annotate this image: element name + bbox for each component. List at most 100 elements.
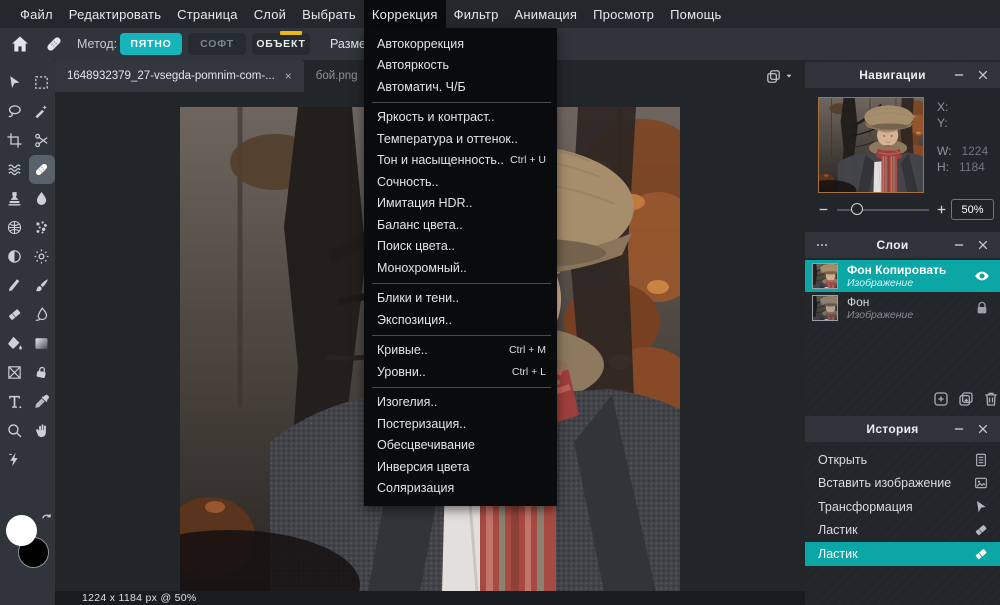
menu-item-Уровни[interactable]: Уровни..Ctrl + L bbox=[364, 361, 557, 383]
menu-item-Изогелия[interactable]: Изогелия.. bbox=[364, 392, 557, 414]
zoom-slider[interactable] bbox=[837, 209, 929, 211]
menu-item-Постеризация[interactable]: Постеризация.. bbox=[364, 413, 557, 435]
smudge-tool[interactable] bbox=[29, 300, 55, 329]
zoom-out-icon[interactable] bbox=[817, 203, 830, 216]
document-tab-2[interactable]: бой.png bbox=[304, 60, 370, 92]
menu-item-Файл[interactable]: Файл bbox=[12, 0, 61, 28]
gradient-tool[interactable] bbox=[29, 329, 55, 358]
drop-blur-tool[interactable] bbox=[29, 184, 55, 213]
fill-tool[interactable] bbox=[2, 329, 28, 358]
window-layout-button[interactable] bbox=[765, 67, 795, 85]
delete-layer-icon[interactable] bbox=[982, 390, 1000, 408]
shape-lock-tool[interactable] bbox=[29, 358, 55, 387]
menu-item-Просмотр[interactable]: Просмотр bbox=[585, 0, 662, 28]
mode-button-СОФТ[interactable]: СОФТ bbox=[188, 33, 246, 55]
minimize-icon[interactable] bbox=[952, 68, 966, 82]
zoom-in-icon[interactable] bbox=[935, 203, 948, 216]
menu-item-Соляризация[interactable]: Соляризация bbox=[364, 478, 557, 500]
history-step-5[interactable]: Ластик bbox=[805, 542, 1000, 566]
mode-button-ОБЪЕКТ[interactable]: ОБЪЕКТ bbox=[252, 33, 310, 55]
close-icon[interactable] bbox=[976, 422, 990, 436]
frame-tool[interactable] bbox=[2, 358, 28, 387]
tab-title: 1648932379_27-vsegda-pomnim-com-... bbox=[67, 70, 275, 82]
menu-item-Выбрать[interactable]: Выбрать bbox=[294, 0, 364, 28]
zoom-slider-handle[interactable] bbox=[851, 203, 863, 215]
menu-item-label: Постеризация.. bbox=[377, 417, 466, 431]
menu-item-Страница[interactable]: Страница bbox=[169, 0, 246, 28]
menu-item-Редактировать[interactable]: Редактировать bbox=[61, 0, 169, 28]
close-icon[interactable] bbox=[976, 238, 990, 252]
minimize-icon[interactable] bbox=[952, 422, 966, 436]
layer-row-Фон[interactable]: ФонИзображение bbox=[805, 292, 1000, 324]
menu-item-Блики и тени[interactable]: Блики и тени.. bbox=[364, 288, 557, 310]
menu-item-Слой[interactable]: Слой bbox=[246, 0, 294, 28]
menu-item-Анимация[interactable]: Анимация bbox=[507, 0, 586, 28]
menu-item-Яркость и контраст[interactable]: Яркость и контраст.. bbox=[364, 107, 557, 129]
menu-item-Монохромный[interactable]: Монохромный.. bbox=[364, 257, 557, 279]
history-step-1[interactable]: Открыть bbox=[805, 448, 1000, 472]
globe-grid-tool[interactable] bbox=[2, 213, 28, 242]
width-label: W: bbox=[937, 144, 951, 158]
mode-button-ПЯТНО[interactable]: ПЯТНО bbox=[120, 33, 182, 55]
swap-colors-icon[interactable] bbox=[40, 513, 53, 526]
menu-item-Автояркость[interactable]: Автояркость bbox=[364, 55, 557, 77]
menu-item-Сочность[interactable]: Сочность.. bbox=[364, 171, 557, 193]
duplicate-layer-icon[interactable] bbox=[957, 390, 975, 408]
home-icon[interactable] bbox=[10, 34, 30, 54]
autofix-tool[interactable] bbox=[2, 445, 28, 474]
magic-wand-tool[interactable] bbox=[29, 97, 55, 126]
dodge-burn-tool[interactable] bbox=[2, 242, 28, 271]
menu-item-Тон и насыщенность[interactable]: Тон и насыщенность..Ctrl + U bbox=[364, 150, 557, 172]
minimize-icon[interactable] bbox=[952, 238, 966, 252]
eye-icon[interactable] bbox=[974, 268, 990, 284]
add-layer-icon[interactable] bbox=[932, 390, 950, 408]
history-step-2[interactable]: Вставить изображение bbox=[805, 472, 1000, 496]
lock-icon[interactable] bbox=[974, 300, 990, 316]
clone-stamp-tool[interactable] bbox=[2, 184, 28, 213]
menu-item-Обесцвечивание[interactable]: Обесцвечивание bbox=[364, 435, 557, 457]
menu-item-label: Яркость и контраст.. bbox=[377, 110, 495, 124]
zoom-value-field[interactable]: 50% bbox=[951, 199, 994, 220]
menu-item-Автоматич. Ч/Б[interactable]: Автоматич. Ч/Б bbox=[364, 76, 557, 98]
dispersion-tool[interactable] bbox=[29, 213, 55, 242]
document-tab-1[interactable]: 1648932379_27-vsegda-pomnim-com-... × bbox=[55, 60, 304, 92]
layer-row-Фон Копировать[interactable]: Фон КопироватьИзображение bbox=[805, 260, 1000, 292]
liquify-tool[interactable] bbox=[2, 155, 28, 184]
menu-item-Поиск цвета[interactable]: Поиск цвета.. bbox=[364, 236, 557, 258]
move-tool[interactable] bbox=[2, 68, 28, 97]
menu-item-Помощь[interactable]: Помощь bbox=[662, 0, 729, 28]
healing-tool[interactable] bbox=[29, 155, 55, 184]
menu-item-Имитация HDR[interactable]: Имитация HDR.. bbox=[364, 193, 557, 215]
image-icon bbox=[973, 475, 989, 491]
history-step-3[interactable]: Трансформация bbox=[805, 495, 1000, 519]
navigator-thumbnail[interactable] bbox=[818, 97, 924, 193]
gear-tool[interactable] bbox=[29, 242, 55, 271]
lasso-tool[interactable] bbox=[2, 97, 28, 126]
menu-item-Кривые[interactable]: Кривые..Ctrl + M bbox=[364, 340, 557, 362]
brush-tool[interactable] bbox=[29, 271, 55, 300]
layer-meta: Фон КопироватьИзображение bbox=[847, 264, 974, 289]
photo-editor-app: ФайлРедактироватьСтраницаСлойВыбратьКорр… bbox=[0, 0, 1000, 605]
hand-tool[interactable] bbox=[29, 416, 55, 445]
menu-item-label: Температура и оттенок.. bbox=[377, 132, 518, 146]
eyedropper-tool[interactable] bbox=[29, 387, 55, 416]
foreground-color-swatch[interactable] bbox=[6, 515, 37, 546]
menu-item-Коррекция[interactable]: Коррекция bbox=[364, 0, 446, 28]
history-step-4[interactable]: Ластик bbox=[805, 519, 1000, 543]
cutout-tool[interactable] bbox=[29, 126, 55, 155]
crop-tool[interactable] bbox=[2, 126, 28, 155]
menu-item-Баланс цвета[interactable]: Баланс цвета.. bbox=[364, 214, 557, 236]
tab-close-icon[interactable]: × bbox=[285, 69, 292, 83]
zoom-tool[interactable] bbox=[2, 416, 28, 445]
marquee-tool[interactable] bbox=[29, 68, 55, 97]
menu-item-Экспозиция[interactable]: Экспозиция.. bbox=[364, 309, 557, 331]
close-icon[interactable] bbox=[976, 68, 990, 82]
panel-menu-icon[interactable] bbox=[813, 238, 833, 252]
pen-tool[interactable] bbox=[2, 271, 28, 300]
eraser-tool[interactable] bbox=[2, 300, 28, 329]
menu-item-Инверсия цвета[interactable]: Инверсия цвета bbox=[364, 456, 557, 478]
menu-item-Фильтр[interactable]: Фильтр bbox=[446, 0, 507, 28]
menu-item-Автокоррекция[interactable]: Автокоррекция bbox=[364, 33, 557, 55]
text-tool[interactable] bbox=[2, 387, 28, 416]
menu-item-Температура и оттенок[interactable]: Температура и оттенок.. bbox=[364, 128, 557, 150]
